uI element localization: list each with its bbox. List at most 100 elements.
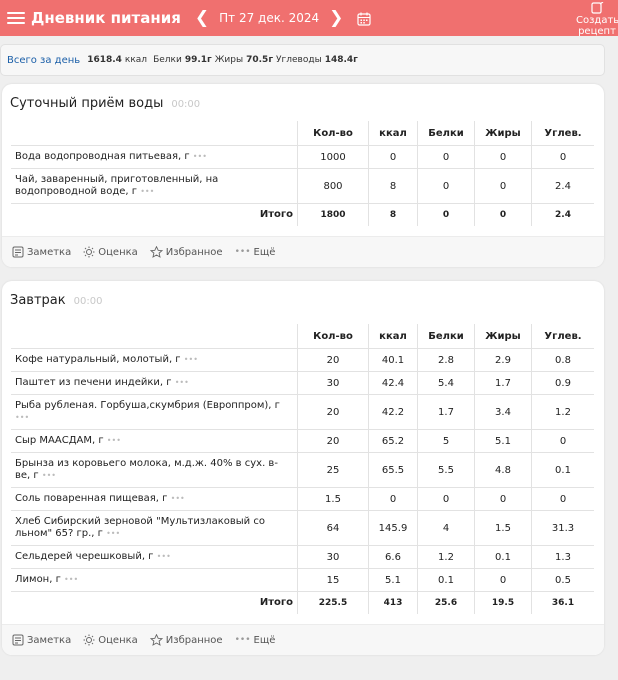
kcal-cell: 42.4 (368, 371, 418, 395)
table-row[interactable]: Сыр МААСДАМ, г ••• 20 65.2 5 5.1 0 (11, 429, 594, 453)
column-protein: Белки (417, 121, 475, 146)
total-protein-label: Белки (153, 55, 182, 65)
more-dots-icon[interactable]: ••• (15, 413, 29, 422)
more-dots-icon[interactable]: ••• (171, 494, 185, 503)
total-fat: 0 (474, 203, 532, 226)
breakfast-time[interactable]: 00:00 (74, 296, 103, 307)
total-kcal-value: 1618.4 (87, 55, 122, 65)
qty-cell[interactable]: 20 (297, 429, 369, 453)
column-protein: Белки (417, 324, 475, 349)
total-row: Итого 225.5 413 25.6 19.5 36.1 (11, 591, 594, 614)
rating-button[interactable]: Оценка (83, 246, 138, 258)
more-dots-icon[interactable]: ••• (157, 552, 171, 561)
total-carbs: 36.1 (531, 591, 594, 614)
protein-cell: 0 (417, 487, 475, 511)
rating-button[interactable]: Оценка (83, 634, 138, 646)
table-row[interactable]: Паштет из печени индейки, г ••• 30 42.4 … (11, 371, 594, 395)
fat-cell: 1.7 (474, 371, 532, 395)
table-row[interactable]: Вода водопроводная питьевая, г ••• 1000 … (11, 145, 594, 169)
fat-cell: 2.9 (474, 348, 532, 372)
favorite-label: Избранное (165, 246, 223, 258)
app-title: Дневник питания (31, 9, 181, 27)
more-dots-icon[interactable]: ••• (175, 378, 189, 387)
calendar-icon[interactable] (357, 11, 371, 26)
more-dots-icon[interactable]: ••• (184, 355, 198, 364)
create-recipe-icon (591, 2, 604, 14)
food-name[interactable]: Сельдерей черешковый, г (15, 551, 153, 562)
fat-cell: 0 (474, 168, 532, 204)
total-kcal: 413 (368, 591, 418, 614)
fat-cell: 0 (474, 568, 532, 592)
table-row[interactable]: Кофе натуральный, молотый, г ••• 20 40.1… (11, 348, 594, 372)
create-recipe-button[interactable]: Создать рецепт (576, 2, 618, 37)
daily-total-label: Всего за день (7, 54, 81, 66)
kcal-cell: 145.9 (368, 510, 418, 546)
food-name[interactable]: Рыба рубленая. Горбуша,скумбрия (Европпр… (15, 400, 280, 411)
breakfast-card: Завтрак 00:00 Кол-во ккал Белки Жиры Угле… (2, 281, 604, 655)
food-name[interactable]: Сыр МААСДАМ, г (15, 435, 104, 446)
menu-icon[interactable] (7, 12, 25, 24)
food-name[interactable]: Лимон, г (15, 574, 61, 585)
qty-cell[interactable]: 20 (297, 394, 369, 430)
food-name[interactable]: Соль поваренная пищевая, г (15, 493, 167, 504)
qty-cell[interactable]: 1.5 (297, 487, 369, 511)
fat-cell: 4.8 (474, 452, 532, 488)
table-row[interactable]: Хлеб Сибирский зерновой "Мультизлаковый … (11, 510, 594, 546)
favorite-button[interactable]: Избранное (149, 634, 223, 646)
carbs-cell: 0 (531, 429, 594, 453)
more-dots-icon[interactable]: ••• (140, 187, 154, 196)
fat-cell: 1.5 (474, 510, 532, 546)
more-dots-icon[interactable]: ••• (42, 471, 56, 480)
column-kcal: ккал (368, 121, 418, 146)
qty-cell[interactable]: 15 (297, 568, 369, 592)
water-time[interactable]: 00:00 (171, 99, 200, 110)
protein-cell: 0 (417, 168, 475, 204)
total-fat: 19.5 (474, 591, 532, 614)
total-protein-value: 99.1г (184, 55, 212, 65)
note-button[interactable]: Заметка (12, 634, 71, 646)
total-protein: 25.6 (417, 591, 475, 614)
column-qty: Кол-во (297, 121, 369, 146)
total-carbs-label: Углеводы (276, 55, 322, 65)
current-date[interactable]: Пт 27 дек. 2024 (219, 11, 319, 25)
qty-cell[interactable]: 30 (297, 545, 369, 569)
table-row[interactable]: Рыба рубленая. Горбуша,скумбрия (Европпр… (11, 394, 594, 430)
protein-cell: 5.5 (417, 452, 475, 488)
total-kcal: 8 (368, 203, 418, 226)
table-row[interactable]: Сельдерей черешковый, г ••• 30 6.6 1.2 0… (11, 545, 594, 569)
table-row[interactable]: Соль поваренная пищевая, г ••• 1.5 0 0 0… (11, 487, 594, 511)
qty-cell[interactable]: 64 (297, 510, 369, 546)
qty-cell[interactable]: 20 (297, 348, 369, 372)
food-name[interactable]: Паштет из печени индейки, г (15, 377, 172, 388)
water-card: Суточный приём воды 00:00 Кол-во ккал Бел… (2, 84, 604, 267)
qty-cell[interactable]: 800 (297, 168, 369, 204)
food-name[interactable]: Чай, заваренный, приготовленный, на водо… (15, 174, 218, 197)
total-qty: 1800 (297, 203, 369, 226)
more-dots-icon[interactable]: ••• (64, 575, 78, 584)
more-button[interactable]: ••• Ещё (235, 247, 276, 258)
note-button[interactable]: Заметка (12, 246, 71, 258)
create-recipe-label-2: рецепт (578, 26, 616, 37)
prev-day-icon[interactable]: ❮ (195, 8, 209, 28)
table-row[interactable]: Лимон, г ••• 15 5.1 0.1 0 0.5 (11, 568, 594, 592)
qty-cell[interactable]: 30 (297, 371, 369, 395)
next-day-icon[interactable]: ❯ (329, 8, 343, 28)
qty-cell[interactable]: 1000 (297, 145, 369, 169)
qty-cell[interactable]: 25 (297, 452, 369, 488)
total-label: Итого (11, 203, 298, 226)
more-dots-icon[interactable]: ••• (107, 436, 121, 445)
total-kcal-unit: ккал (124, 55, 148, 65)
breakfast-title: Завтрак (10, 293, 66, 308)
more-dots-icon[interactable]: ••• (193, 152, 207, 161)
more-dots-icon[interactable]: ••• (106, 529, 120, 538)
food-name[interactable]: Хлеб Сибирский зерновой "Мультизлаковый … (15, 516, 265, 539)
favorite-button[interactable]: Избранное (149, 246, 223, 258)
column-qty: Кол-во (297, 324, 369, 349)
more-button[interactable]: ••• Ещё (235, 635, 276, 646)
total-qty: 225.5 (297, 591, 369, 614)
table-row[interactable]: Чай, заваренный, приготовленный, на водо… (11, 168, 594, 204)
table-row[interactable]: Брынза из коровьего молока, м.д.ж. 40% в… (11, 452, 594, 488)
food-name[interactable]: Кофе натуральный, молотый, г (15, 354, 181, 365)
food-name[interactable]: Вода водопроводная питьевая, г (15, 151, 190, 162)
total-label: Итого (11, 591, 298, 614)
